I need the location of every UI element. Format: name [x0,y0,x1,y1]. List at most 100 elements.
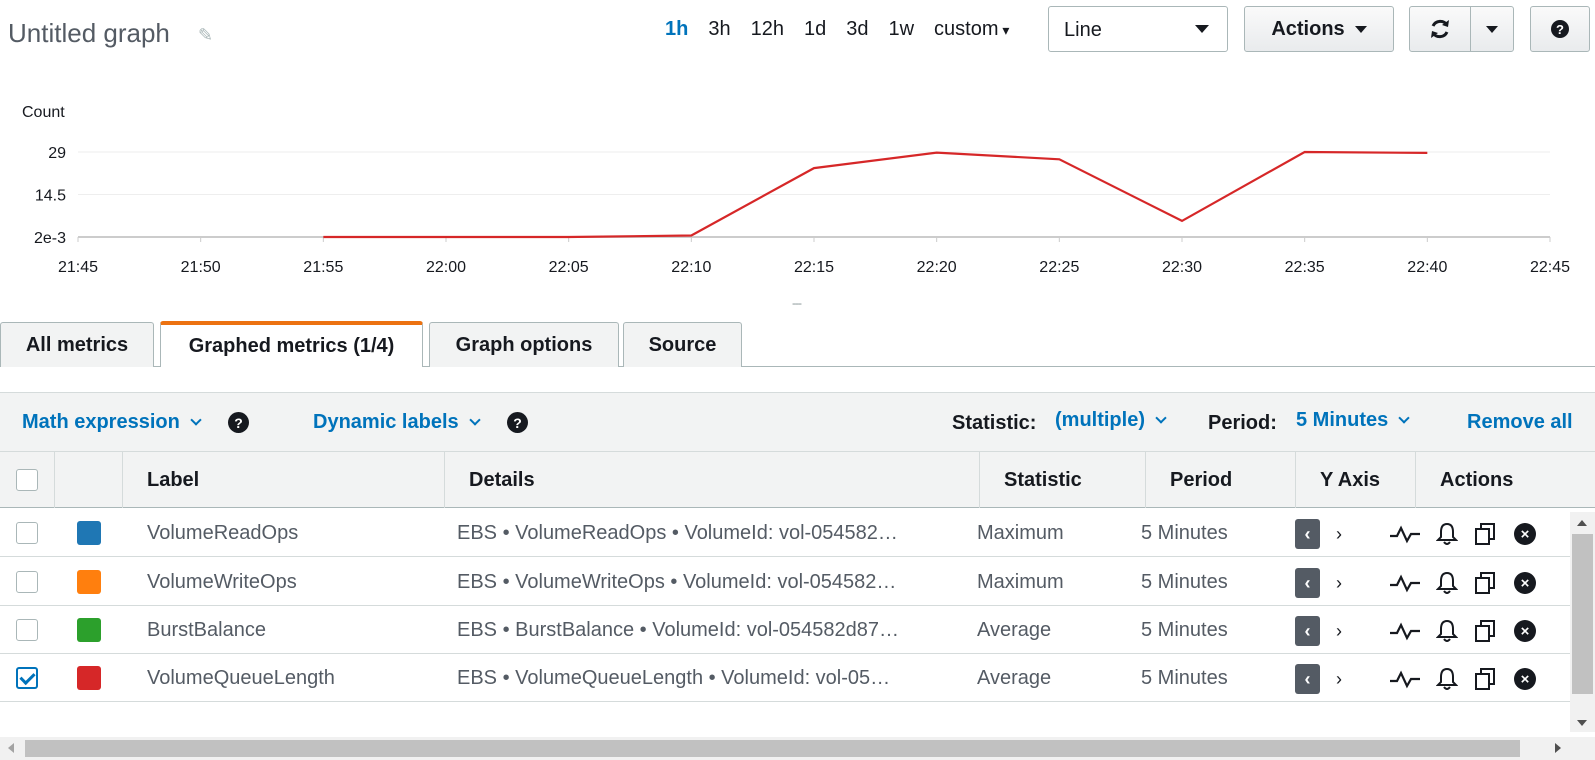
dynamic-labels-help-icon[interactable]: ? [507,412,528,433]
bell-icon[interactable] [1432,519,1462,549]
remove-all-link[interactable]: Remove all [1467,411,1573,434]
vertical-scrollbar[interactable] [1570,512,1595,732]
statistic-dropdown[interactable]: (multiple) [1055,409,1167,432]
row-checkbox[interactable] [16,571,38,593]
y-axis-label: Count [22,104,65,121]
scroll-right-arrow[interactable] [1555,743,1561,753]
row-label[interactable]: BurstBalance [147,606,266,654]
math-expression-label: Math expression [22,411,180,433]
y-axis-right-button[interactable]: › [1330,616,1348,646]
copy-icon[interactable] [1470,616,1500,646]
graph-metric-icon[interactable] [1390,568,1420,598]
row-label[interactable]: VolumeReadOps [147,509,298,557]
row-checkbox[interactable] [16,619,38,641]
series-color-swatch[interactable] [77,666,101,690]
y-tick-label: 2e-3 [34,230,66,247]
row-checkbox[interactable] [16,667,38,689]
dynamic-labels-dropdown[interactable]: Dynamic labels [313,411,481,434]
row-period[interactable]: 5 Minutes [1141,558,1228,606]
scroll-down-arrow[interactable] [1577,720,1587,726]
remove-metric-button[interactable]: × [1510,616,1540,646]
remove-metric-button[interactable]: × [1510,519,1540,549]
tab-graph-options[interactable]: Graph options [429,322,619,367]
graph-metric-icon[interactable] [1390,616,1420,646]
edit-title-icon[interactable]: ✎ [198,25,213,46]
period-dropdown[interactable]: 5 Minutes [1296,409,1410,432]
range-12h[interactable]: 12h [741,16,794,43]
range-1w[interactable]: 1w [878,16,924,43]
column-header-details[interactable]: Details [444,452,979,508]
scrollbar-thumb[interactable] [1572,534,1593,694]
horizontal-scrollbar[interactable] [0,737,1595,760]
row-statistic[interactable]: Maximum [977,558,1064,606]
select-all-cell [0,452,54,508]
bell-icon[interactable] [1432,664,1462,694]
row-statistic[interactable]: Average [977,654,1051,702]
row-checkbox[interactable] [16,522,38,544]
caret-down-icon [1354,25,1367,33]
row-period[interactable]: 5 Minutes [1141,606,1228,654]
y-axis-left-button[interactable]: ‹ [1295,519,1320,549]
range-1h[interactable]: 1h [655,16,698,43]
range-custom[interactable]: custom [924,16,1019,43]
refresh-options-button[interactable] [1470,6,1514,52]
x-tick-label: 22:35 [1285,259,1325,276]
actions-button[interactable]: Actions [1244,6,1394,52]
metrics-toolbar: Math expression ? Dynamic labels ? Stati… [0,392,1595,452]
scroll-left-arrow[interactable] [8,743,14,753]
y-axis-right-button[interactable]: › [1330,519,1348,549]
copy-icon[interactable] [1470,664,1500,694]
tab-graphed-metrics[interactable]: Graphed metrics (1/4) [160,321,423,367]
x-tick-label: 22:25 [1039,259,1079,276]
tab-all-metrics[interactable]: All metrics [0,322,154,367]
copy-icon[interactable] [1470,568,1500,598]
scrollbar-thumb[interactable] [25,740,1520,757]
refresh-button[interactable] [1409,6,1471,52]
copy-icon[interactable] [1470,519,1500,549]
column-header-label[interactable]: Label [122,452,444,508]
row-statistic[interactable]: Maximum [977,509,1064,557]
row-statistic[interactable]: Average [977,606,1051,654]
tab-source[interactable]: Source [623,322,742,367]
series-color-swatch[interactable] [77,618,101,642]
y-axis-left-button[interactable]: ‹ [1295,616,1320,646]
caret-down-icon [1486,25,1498,33]
range-3h[interactable]: 3h [698,16,740,43]
column-header-period[interactable]: Period [1145,452,1295,508]
row-period[interactable]: 5 Minutes [1141,509,1228,557]
range-1d[interactable]: 1d [794,16,836,43]
series-color-swatch[interactable] [77,570,101,594]
remove-metric-button[interactable]: × [1510,664,1540,694]
help-button[interactable]: ? [1530,6,1590,52]
chart-grid [78,151,1550,238]
bell-icon[interactable] [1432,616,1462,646]
row-details: EBS • VolumeReadOps • VolumeId: vol-0545… [457,522,898,544]
series-color-swatch[interactable] [77,521,101,545]
statistic-label: Statistic: [952,412,1037,434]
chevron-down-icon [1398,412,1410,424]
y-axis-right-button[interactable]: › [1330,664,1348,694]
x-tick-label: 22:00 [426,259,466,276]
math-expression-help-icon[interactable]: ? [228,412,249,433]
close-icon: × [1514,668,1536,690]
y-axis-left-button[interactable]: ‹ [1295,664,1320,694]
y-axis-right-button[interactable]: › [1330,568,1348,598]
graph-type-select[interactable]: Line [1048,6,1228,52]
graph-metric-icon[interactable] [1390,519,1420,549]
range-3d[interactable]: 3d [836,16,878,43]
close-icon: × [1514,523,1536,545]
color-column-header [54,452,122,508]
select-all-checkbox[interactable] [16,469,38,491]
remove-metric-button[interactable]: × [1510,568,1540,598]
row-label[interactable]: VolumeWriteOps [147,558,297,606]
column-header-statistic[interactable]: Statistic [979,452,1145,508]
graph-metric-icon[interactable] [1390,664,1420,694]
math-expression-dropdown[interactable]: Math expression [22,411,202,434]
y-axis-left-button[interactable]: ‹ [1295,568,1320,598]
row-period[interactable]: 5 Minutes [1141,654,1228,702]
x-tick-label: 21:55 [303,259,343,276]
row-label[interactable]: VolumeQueueLength [147,654,335,702]
scroll-up-arrow[interactable] [1577,520,1587,526]
bell-icon[interactable] [1432,568,1462,598]
x-tick-label: 22:40 [1407,259,1447,276]
